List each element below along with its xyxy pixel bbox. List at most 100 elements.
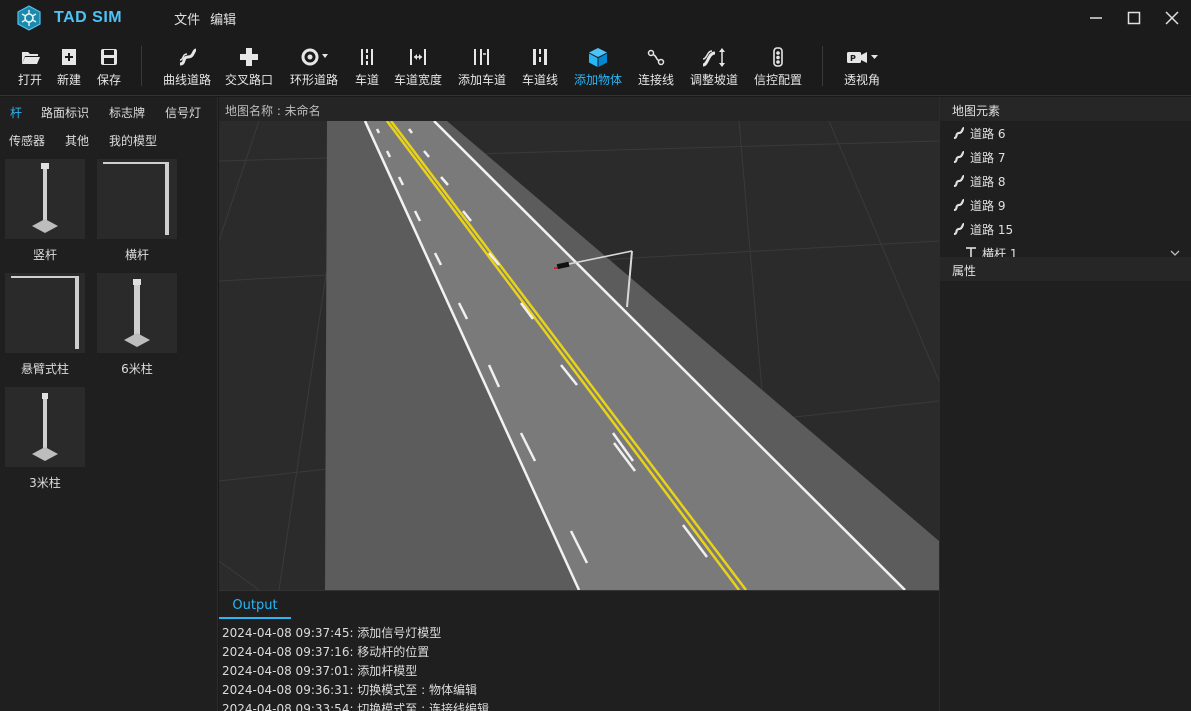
close-button[interactable]: [1153, 0, 1191, 36]
lane-button[interactable]: 车道: [352, 42, 382, 92]
model-card-vertical-pole[interactable]: [5, 159, 85, 239]
pillar-6m-icon: [124, 279, 150, 347]
tab-signal-light[interactable]: 信号灯: [165, 104, 201, 121]
folder-open-icon: [22, 52, 40, 64]
roundabout-icon: [301, 48, 328, 66]
add-lane-icon: [474, 49, 489, 65]
lane-width-icon: [410, 49, 426, 65]
junction-icon: [240, 48, 258, 66]
tab-my-models[interactable]: 我的模型: [109, 132, 157, 149]
toolbar-separator: [822, 46, 823, 86]
road-icon: [953, 198, 965, 212]
maximize-button[interactable]: [1115, 0, 1153, 36]
chevron-down-icon[interactable]: [1170, 249, 1180, 257]
junction-button[interactable]: 交叉路口: [222, 42, 276, 92]
map-header: 地图名称 : 未命名: [219, 97, 939, 121]
road-icon: [953, 174, 965, 188]
tab-pole[interactable]: 杆: [10, 104, 22, 121]
toolbar-separator: [141, 46, 142, 86]
title-bar: TAD SIM 文件 编辑: [0, 0, 1191, 36]
curve-road-button[interactable]: 曲线道路: [160, 42, 214, 92]
model-library-panel: 杆 路面标识 标志牌 信号灯 传感器 其他 我的模型 竖杆 横杆 悬臂式柱 6米…: [0, 97, 218, 711]
model-card-pillar-3m[interactable]: [5, 387, 85, 467]
add-lane-button[interactable]: 添加车道: [456, 42, 508, 92]
menu-edit[interactable]: 编辑: [210, 7, 236, 30]
map-elements-title: 地图元素: [952, 104, 1001, 118]
log-line: 2024-04-08 09:37:01: 添加杆模型: [222, 664, 418, 678]
model-card-pillar-6m[interactable]: [97, 273, 177, 353]
link-line-icon: [647, 49, 665, 66]
output-panel: Output 2024-04-08 09:37:45: 添加信号灯模型 2024…: [219, 590, 939, 711]
tree-item-road[interactable]: 道路 7: [952, 145, 1005, 169]
vertical-pole-icon: [32, 163, 58, 233]
app-title: TAD SIM: [54, 9, 123, 26]
pole-icon: [966, 247, 976, 257]
tab-output[interactable]: Output: [219, 591, 291, 619]
lane-line-icon: [533, 49, 547, 65]
model-label: 竖杆: [32, 248, 57, 262]
properties-header: 属性: [940, 257, 1191, 281]
model-label: 悬臂式柱: [20, 362, 69, 376]
lane-icon: [361, 49, 373, 65]
lane-width-button[interactable]: 车道宽度: [392, 42, 444, 92]
toolbar: 打开 新建 保存 曲线道路 交叉路口 环形道路 车道 车道宽度 添加车道 车道线…: [0, 36, 1191, 96]
slope-icon: [702, 48, 725, 67]
tab-road-marking[interactable]: 路面标识: [41, 104, 89, 121]
pillar-3m-icon: [32, 393, 58, 461]
maximize-icon: [1127, 11, 1141, 25]
road-icon: [953, 126, 965, 140]
close-icon: [1165, 11, 1179, 25]
add-object-icon: [589, 48, 607, 67]
signal-config-button[interactable]: 信控配置: [752, 42, 804, 92]
tree-item-road[interactable]: 道路 9: [952, 193, 1005, 217]
minimize-icon: [1090, 17, 1102, 19]
svg-text:P: P: [850, 54, 856, 63]
adjust-slope-button[interactable]: 调整坡道: [688, 42, 740, 92]
road-icon: [953, 222, 965, 236]
map-elements-panel: 地图元素 道路 6 道路 7 道路 8 道路 9 道路 15 横杆 1 属性: [939, 97, 1191, 711]
perspective-button[interactable]: P 透视角: [840, 42, 884, 92]
map-name: 地图名称 : 未命名: [225, 104, 321, 118]
new-button[interactable]: 新建: [54, 42, 84, 92]
tree-item-road[interactable]: 道路 15: [952, 217, 1013, 241]
open-button[interactable]: 打开: [14, 42, 46, 92]
minimize-button[interactable]: [1077, 0, 1115, 36]
model-label: 3米柱: [29, 476, 61, 490]
tab-other[interactable]: 其他: [65, 132, 89, 149]
log-line: 2024-04-08 09:33:54: 切换模式至 : 连接线编辑: [222, 702, 489, 711]
log-line: 2024-04-08 09:37:16: 移动杆的位置: [222, 645, 430, 659]
model-label: 6米柱: [121, 362, 153, 376]
map-elements-header: 地图元素: [940, 97, 1191, 121]
tab-sensor[interactable]: 传感器: [9, 132, 45, 149]
tree-item-road[interactable]: 道路 6: [952, 121, 1005, 145]
properties-title: 属性: [952, 264, 977, 278]
tree-item-pole[interactable]: 横杆 1: [964, 241, 1017, 257]
tree-item-road[interactable]: 道路 8: [952, 169, 1005, 193]
cantilever-pole-icon: [11, 276, 79, 349]
log-line: 2024-04-08 09:36:31: 切换模式至 : 物体编辑: [222, 683, 477, 697]
model-label: 横杆: [124, 248, 149, 262]
menu-file[interactable]: 文件: [174, 7, 200, 30]
road-scene[interactable]: [219, 121, 939, 590]
traffic-light-config-icon: [773, 47, 783, 67]
save-icon: [101, 49, 117, 65]
map-elements-tree: 道路 6 道路 7 道路 8 道路 9 道路 15 横杆 1: [940, 121, 1191, 257]
menu-bar: 文件 编辑: [174, 7, 236, 30]
window-controls: [1077, 0, 1191, 36]
curve-road-icon: [179, 48, 197, 66]
save-button[interactable]: 保存: [94, 42, 124, 92]
camera-icon: P: [847, 52, 878, 63]
tab-sign[interactable]: 标志牌: [109, 104, 145, 121]
model-card-cantilever-pole[interactable]: [5, 273, 85, 353]
lane-line-button[interactable]: 车道线: [520, 42, 560, 92]
link-line-button[interactable]: 连接线: [636, 42, 676, 92]
new-file-icon: [62, 49, 76, 65]
model-card-horizontal-pole[interactable]: [97, 159, 177, 239]
add-object-button[interactable]: 添加物体: [572, 42, 624, 92]
roundabout-button[interactable]: 环形道路: [286, 42, 342, 92]
road-icon: [953, 150, 965, 164]
3d-viewport[interactable]: [219, 121, 939, 590]
log-line: 2024-04-08 09:37:45: 添加信号灯模型: [222, 626, 442, 640]
app-logo-icon: [17, 5, 41, 31]
horizontal-pole-icon: [103, 162, 169, 235]
